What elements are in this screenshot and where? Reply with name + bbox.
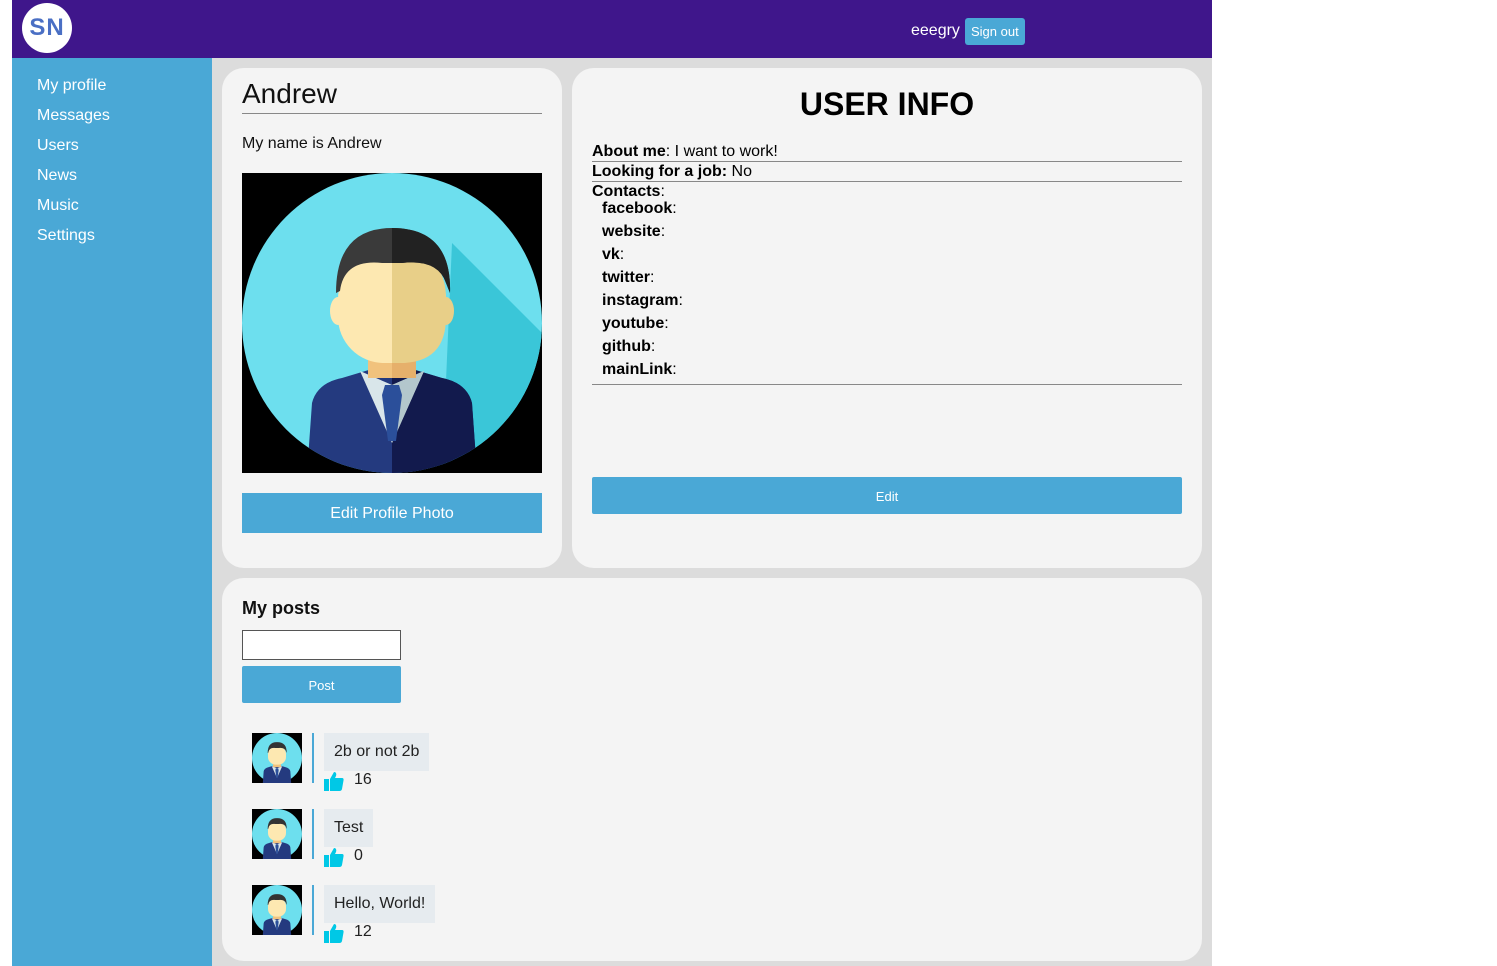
contact-label: twitter (602, 269, 650, 286)
user-avatar-icon (252, 733, 302, 783)
contacts-label: Contacts (592, 183, 661, 200)
contact-label: mainLink (602, 361, 673, 378)
header: SN eeegry Sign out (12, 0, 1212, 58)
app: SN eeegry Sign out My profile Messages U… (12, 0, 1212, 966)
like-count: 16 (354, 771, 372, 788)
user-info-card: USER INFO About me: I want to work! Look… (572, 68, 1202, 568)
looking-for-job-value: No (731, 163, 752, 180)
like-count: 0 (354, 847, 363, 864)
post-divider (312, 733, 314, 783)
post-avatar (252, 733, 302, 783)
about-me-label: About me (592, 143, 666, 160)
post-text: 2b or not 2b (324, 733, 430, 771)
about-me-row: About me: I want to work! (592, 143, 1182, 162)
thumbs-up-icon[interactable] (324, 771, 344, 791)
post-divider (312, 885, 314, 935)
contact-website: website: (602, 223, 666, 240)
user-avatar-icon (252, 809, 302, 859)
sidebar: My profile Messages Users News Music Set… (12, 58, 212, 966)
post-avatar (252, 885, 302, 935)
thumbs-up-icon[interactable] (324, 847, 344, 867)
sidebar-item-my-profile[interactable]: My profile (37, 76, 212, 106)
sidebar-item-messages[interactable]: Messages (37, 106, 212, 136)
logo-text: SN (29, 14, 65, 41)
post-item: Hello, World! 12 (252, 885, 652, 951)
contact-vk: vk: (602, 246, 625, 263)
looking-for-job-row: Looking for a job: No (592, 163, 1182, 182)
user-info-title: USER INFO (799, 86, 975, 122)
contact-instagram: instagram: (602, 292, 683, 309)
sidebar-item-music[interactable]: Music (37, 196, 212, 226)
contact-label: website (602, 223, 661, 240)
post-avatar (252, 809, 302, 859)
post-text: Hello, World! (324, 885, 436, 923)
contact-youtube: youtube: (602, 315, 669, 332)
profile-name: Andrew (242, 78, 542, 114)
edit-profile-photo-button[interactable]: Edit Profile Photo (242, 493, 542, 533)
contact-label: facebook (602, 200, 673, 217)
contact-twitter: twitter: (602, 269, 655, 286)
new-post-input[interactable] (242, 630, 401, 660)
about-me-value: I want to work! (674, 143, 778, 160)
contact-github: github: (602, 338, 656, 355)
post-button[interactable]: Post (242, 666, 401, 703)
profile-card: Andrew My name is Andrew Edit Profile Ph… (222, 68, 562, 568)
contact-mainlink: mainLink: (602, 361, 677, 378)
like-count: 12 (354, 923, 372, 940)
user-avatar-icon (252, 885, 302, 935)
posts-title: My posts (242, 598, 321, 618)
contact-label: github (602, 338, 651, 355)
contact-label: vk (602, 246, 620, 263)
sidebar-item-settings[interactable]: Settings (37, 226, 212, 256)
contacts-list: facebook: website: vk: twitter: instagra… (602, 199, 683, 383)
login-name: eeegry (911, 22, 960, 39)
post-item: Test 0 (252, 809, 652, 875)
profile-status[interactable]: My name is Andrew (242, 135, 382, 153)
contact-label: youtube (602, 315, 665, 332)
contact-facebook: facebook: (602, 200, 677, 217)
post-item: 2b or not 2b 16 (252, 733, 652, 799)
contact-label: instagram (602, 292, 679, 309)
edit-info-button[interactable]: Edit (592, 477, 1182, 514)
sidebar-item-news[interactable]: News (37, 166, 212, 196)
post-divider (312, 809, 314, 859)
profile-photo (242, 173, 542, 473)
thumbs-up-icon[interactable] (324, 923, 344, 943)
sidebar-item-users[interactable]: Users (37, 136, 212, 166)
sign-out-button[interactable]: Sign out (965, 18, 1025, 45)
logo[interactable]: SN (22, 3, 72, 53)
user-avatar-icon (242, 173, 542, 473)
looking-for-job-label: Looking for a job: (592, 163, 728, 180)
contacts-divider (592, 384, 1182, 385)
post-text: Test (324, 809, 374, 847)
posts-card: My posts Post 2b or not 2b 16 Test 0 Hel… (222, 578, 1202, 961)
